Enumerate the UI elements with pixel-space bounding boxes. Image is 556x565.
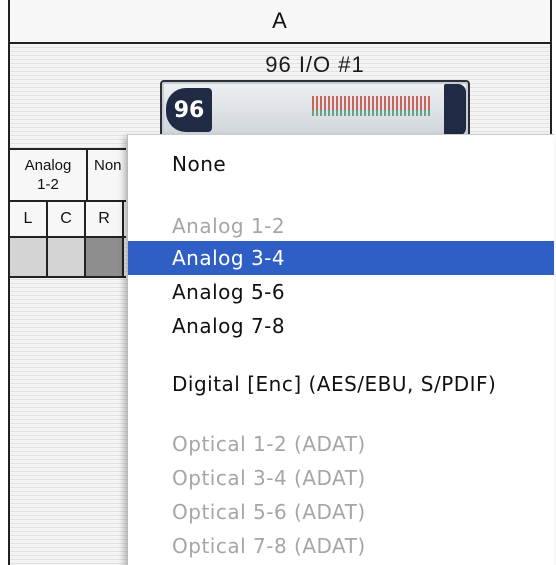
menu-item-digital-enc[interactable]: Digital [Enc] (AES/EBU, S/PDIF) bbox=[128, 367, 554, 401]
menu-item-analog-7-8[interactable]: Analog 7-8 bbox=[128, 309, 554, 343]
channel-r: R bbox=[86, 202, 124, 236]
assignment-row bbox=[10, 238, 126, 278]
menu-item-analog-1-2: Analog 1-2 bbox=[172, 214, 286, 238]
assignment-cell-r[interactable] bbox=[86, 238, 124, 276]
io-header-row: Analog 1-2 Non bbox=[10, 148, 126, 202]
column-header: A bbox=[10, 0, 550, 44]
menu-item-analog-5-6[interactable]: Analog 5-6 bbox=[128, 275, 554, 309]
io-header-analog[interactable]: Analog 1-2 bbox=[10, 150, 88, 200]
meter-leds-green-icon bbox=[312, 110, 432, 116]
io-header-analog-line2: 1-2 bbox=[37, 176, 59, 193]
column-label: A bbox=[272, 8, 288, 33]
device-badge: 96 bbox=[166, 88, 212, 132]
io-header-none-label: Non bbox=[94, 157, 122, 174]
assignment-cell-l[interactable] bbox=[10, 238, 48, 276]
menu-item-analog-3-4[interactable]: Analog 3-4 bbox=[128, 241, 554, 275]
channel-l: L bbox=[10, 202, 48, 236]
menu-item-optical-5-6: Optical 5-6 (ADAT) bbox=[172, 500, 366, 524]
channel-c: C bbox=[48, 202, 86, 236]
meter-leds-icon bbox=[312, 96, 432, 110]
rack-ear-icon bbox=[444, 84, 466, 136]
menu-item-none[interactable]: None bbox=[128, 147, 554, 181]
device-title: 96 I/O #1 bbox=[265, 52, 365, 77]
device-front-panel[interactable]: 96 bbox=[160, 80, 470, 140]
assignment-cell-c[interactable] bbox=[48, 238, 86, 276]
menu-item-optical-1-2: Optical 1-2 (ADAT) bbox=[172, 432, 366, 456]
io-header-none[interactable]: Non bbox=[88, 150, 126, 200]
channel-row: L C R bbox=[10, 202, 126, 238]
menu-item-optical-3-4: Optical 3-4 (ADAT) bbox=[172, 466, 366, 490]
io-popup-menu: None Analog 1-2 Analog 3-4 Analog 5-6 An… bbox=[127, 134, 554, 565]
io-header-analog-line1: Analog bbox=[24, 157, 72, 174]
menu-item-optical-7-8: Optical 7-8 (ADAT) bbox=[172, 534, 366, 558]
